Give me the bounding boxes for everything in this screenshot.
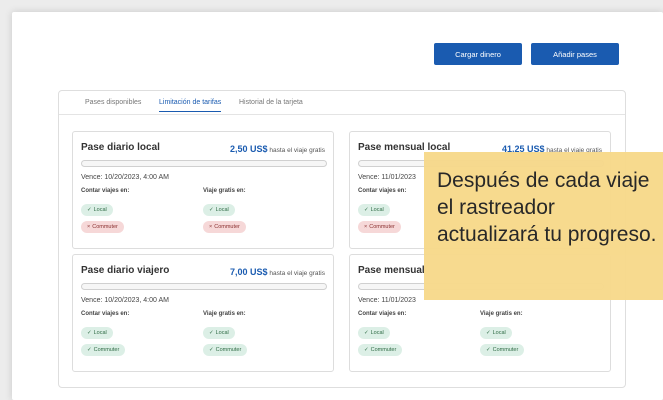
free-chip: ✓ Commuter <box>203 344 248 356</box>
progress-bar <box>81 160 327 167</box>
load-money-button[interactable]: Cargar dinero <box>434 43 522 65</box>
count-trips-label: Contar viajes en: <box>358 311 407 317</box>
count-chip: × Commuter <box>358 221 401 233</box>
check-icon: ✓ <box>209 207 214 213</box>
chip-label: Commuter <box>214 224 240 230</box>
tab-available-passes[interactable]: Pases disponibles <box>85 99 141 106</box>
expiry-date: Vence: 11/01/2023 <box>358 297 416 304</box>
callout-text: Después de cada viaje el rastreador actu… <box>437 169 657 246</box>
count-chip: ✓ Commuter <box>81 344 126 356</box>
pass-title: Pase diario viajero <box>81 265 170 276</box>
count-trips-label: Contar viajes en: <box>81 188 130 194</box>
chip-label: Local <box>370 330 384 336</box>
chip-label: Commuter <box>369 224 395 230</box>
check-icon: ✓ <box>209 330 214 336</box>
progress-bar <box>81 283 327 290</box>
x-icon: × <box>364 224 368 230</box>
check-icon: ✓ <box>209 347 214 353</box>
free-trip-label: Viaje gratis en: <box>203 188 246 194</box>
expiry-date: Vence: 10/20/2023, 4:00 AM <box>81 297 169 304</box>
chip-label: Commuter <box>492 347 519 353</box>
remaining-suffix: hasta el viaje gratis <box>269 147 325 154</box>
free-chip: ✓ Commuter <box>480 344 525 356</box>
count-trips-label: Contar viajes en: <box>358 188 407 194</box>
pass-title: Pase diario local <box>81 142 160 153</box>
chip-label: Local <box>93 207 107 213</box>
pass-card[interactable]: Pase diario viajero 7,00 US$ hasta el vi… <box>72 254 334 372</box>
free-chip: ✓ Local <box>203 327 235 339</box>
count-trips-label: Contar viajes en: <box>81 311 130 317</box>
expiry-date: Vence: 10/20/2023, 4:00 AM <box>81 174 169 181</box>
count-chip: ✓ Commuter <box>358 344 403 356</box>
remaining-suffix: hasta el viaje gratis <box>269 270 325 277</box>
free-chip: × Commuter <box>203 221 246 233</box>
count-chip: × Commuter <box>81 221 124 233</box>
check-icon: ✓ <box>486 330 491 336</box>
free-trip-label: Viaje gratis en: <box>203 311 246 317</box>
chip-label: Commuter <box>93 347 120 353</box>
check-icon: ✓ <box>87 207 92 213</box>
x-icon: × <box>87 224 91 230</box>
chip-label: Commuter <box>215 347 242 353</box>
chip-label: Commuter <box>92 224 118 230</box>
free-trip-label: Viaje gratis en: <box>480 311 523 317</box>
add-passes-button[interactable]: Añadir pases <box>531 43 619 65</box>
check-icon: ✓ <box>486 347 491 353</box>
count-chip: ✓ Local <box>358 327 390 339</box>
count-chip: ✓ Local <box>81 327 113 339</box>
chip-label: Commuter <box>370 347 397 353</box>
tab-card-history[interactable]: Historial de la tarjeta <box>239 99 303 106</box>
remaining-amount: 7,00 US$ <box>230 267 268 277</box>
chip-label: Local <box>492 330 506 336</box>
chip-label: Local <box>215 207 229 213</box>
pass-title: Pase mensual <box>358 265 425 276</box>
pass-remaining: 7,00 US$ hasta el viaje gratis <box>230 267 325 277</box>
chip-label: Local <box>215 330 229 336</box>
expiry-date: Vence: 11/01/2023 <box>358 174 416 181</box>
pass-card[interactable]: Pase diario local 2,50 US$ hasta el viaj… <box>72 131 334 249</box>
count-chip: ✓ Local <box>81 204 113 216</box>
check-icon: ✓ <box>364 207 369 213</box>
pass-remaining: 2,50 US$ hasta el viaje gratis <box>230 144 325 154</box>
check-icon: ✓ <box>364 347 369 353</box>
free-chip: ✓ Local <box>480 327 512 339</box>
count-chip: ✓ Local <box>358 204 390 216</box>
chip-label: Local <box>93 330 107 336</box>
check-icon: ✓ <box>87 330 92 336</box>
check-icon: ✓ <box>364 330 369 336</box>
check-icon: ✓ <box>87 347 92 353</box>
x-icon: × <box>209 224 213 230</box>
tab-fare-capping[interactable]: Limitación de tarifas <box>159 99 222 112</box>
chip-label: Local <box>370 207 384 213</box>
remaining-amount: 2,50 US$ <box>230 144 268 154</box>
free-chip: ✓ Local <box>203 204 235 216</box>
tooltip-callout: Después de cada viaje el rastreador actu… <box>424 152 663 300</box>
tab-bar: Pases disponibles Limitación de tarifas … <box>59 91 625 115</box>
